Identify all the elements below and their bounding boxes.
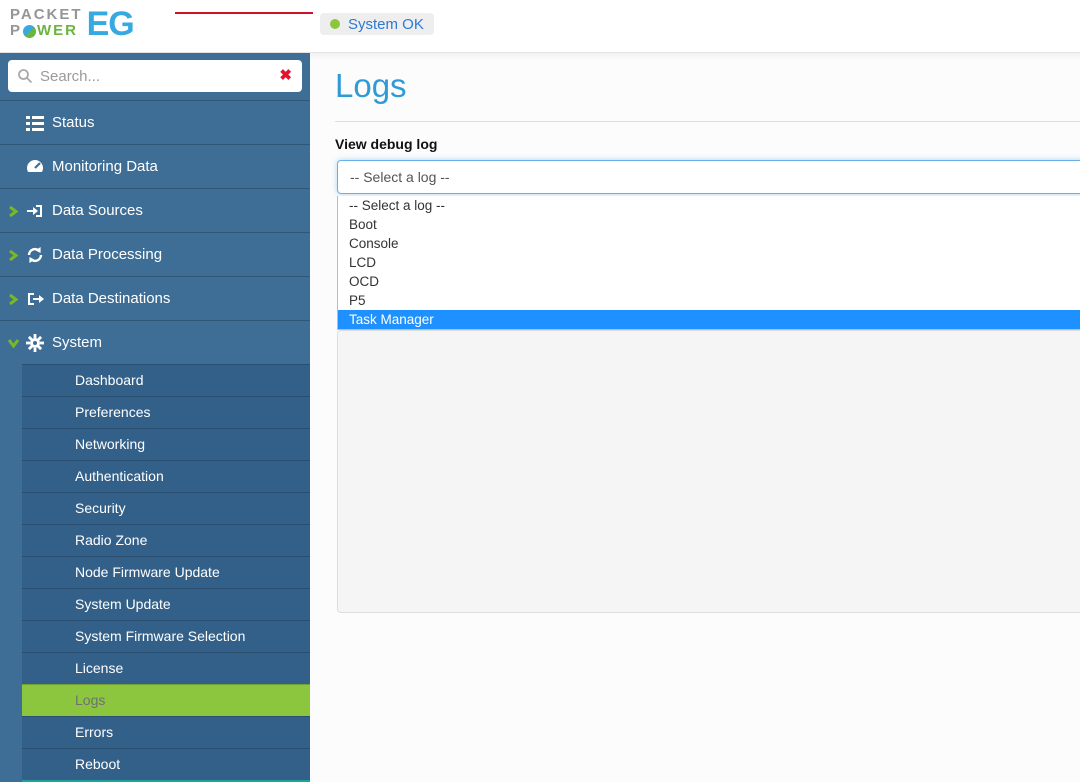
main-content: Logs View debug log -- Select a log -- -… [310,53,1080,782]
submenu-item-node-firmware-update[interactable]: Node Firmware Update [22,556,310,588]
logo-line2-p: P [10,22,23,39]
logo-swirl-icon [23,24,37,38]
chevron-right-icon [9,250,18,261]
submenu-item-networking[interactable]: Networking [22,428,310,460]
sign-in-icon [27,205,42,217]
chevron-right-icon [9,294,18,305]
submenu-item-authentication[interactable]: Authentication [22,460,310,492]
sidebar-item-label: Data Processing [52,246,163,263]
dropdown-option-console[interactable]: Console [338,234,1080,253]
logo-text: PACKET P WER [10,7,83,39]
sidebar: ✖ Status Monitoring Data [0,53,310,782]
page-title: Logs [335,67,407,104]
sidebar-item-data-sources[interactable]: Data Sources [0,188,310,232]
submenu-item-reboot[interactable]: Reboot [22,748,310,780]
logo-product: EG [86,5,135,43]
dropdown-option-task-manager[interactable]: Task Manager [338,310,1080,329]
submenu-item-dashboard[interactable]: Dashboard [22,364,310,396]
dropdown-option-placeholder[interactable]: -- Select a log -- [338,196,1080,215]
search-input[interactable] [8,60,302,92]
submenu-item-preferences[interactable]: Preferences [22,396,310,428]
submenu-item-system-firmware-selection[interactable]: System Firmware Selection [22,620,310,652]
submenu-item-system-update[interactable]: System Update [22,588,310,620]
gear-icon [26,334,44,352]
dropdown-option-ocd[interactable]: OCD [338,272,1080,291]
sidebar-item-status[interactable]: Status [0,100,310,144]
dropdown-option-boot[interactable]: Boot [338,215,1080,234]
sidebar-item-data-destinations[interactable]: Data Destinations [0,276,310,320]
submenu-item-license[interactable]: License [22,652,310,684]
view-debug-log-label: View debug log [335,136,438,152]
log-content-panel [337,330,1080,613]
submenu-item-security[interactable]: Security [22,492,310,524]
sign-out-icon [28,293,44,305]
submenu-item-errors[interactable]: Errors [22,716,310,748]
app-window: PACKET P WER EG System OK ✖ [0,0,1080,782]
gauge-icon [27,160,43,176]
logo-line1: PACKET [10,6,83,23]
sidebar-item-monitoring-data[interactable]: Monitoring Data [0,144,310,188]
dropdown-option-lcd[interactable]: LCD [338,253,1080,272]
title-divider [335,121,1080,122]
sidebar-item-label: Monitoring Data [52,158,158,175]
dropdown-option-p5[interactable]: P5 [338,291,1080,310]
sidebar-item-label: Status [52,114,95,131]
status-badge-label: System OK [348,15,424,33]
logo-line2: P WER [10,23,83,39]
list-icon [26,116,44,131]
log-select[interactable]: -- Select a log -- [337,160,1080,194]
submenu-item-logs[interactable]: Logs [22,684,310,716]
sidebar-item-label: Data Sources [52,202,143,219]
search-clear-icon[interactable]: ✖ [279,67,292,85]
red-underline [175,12,313,14]
submenu-item-radio-zone[interactable]: Radio Zone [22,524,310,556]
refresh-icon [27,247,43,263]
header: PACKET P WER EG System OK [0,0,1080,53]
chevron-right-icon [9,206,18,217]
search-icon [18,69,33,84]
status-ok-dot-icon [330,19,340,29]
sidebar-item-label: Data Destinations [52,290,171,307]
system-submenu: Dashboard Preferences Networking Authent… [22,364,310,780]
sidebar-item-system[interactable]: System [0,320,310,364]
sidebar-item-data-processing[interactable]: Data Processing [0,232,310,276]
status-badge[interactable]: System OK [320,13,434,35]
log-select-dropdown: -- Select a log -- Boot Console LCD OCD … [337,196,1080,330]
packet-power-logo: PACKET P WER EG [10,5,135,43]
logo-line2-wer: WER [37,22,79,39]
chevron-down-icon [8,339,19,348]
sidebar-item-label: System [52,334,103,351]
sidebar-search: ✖ [8,60,302,92]
